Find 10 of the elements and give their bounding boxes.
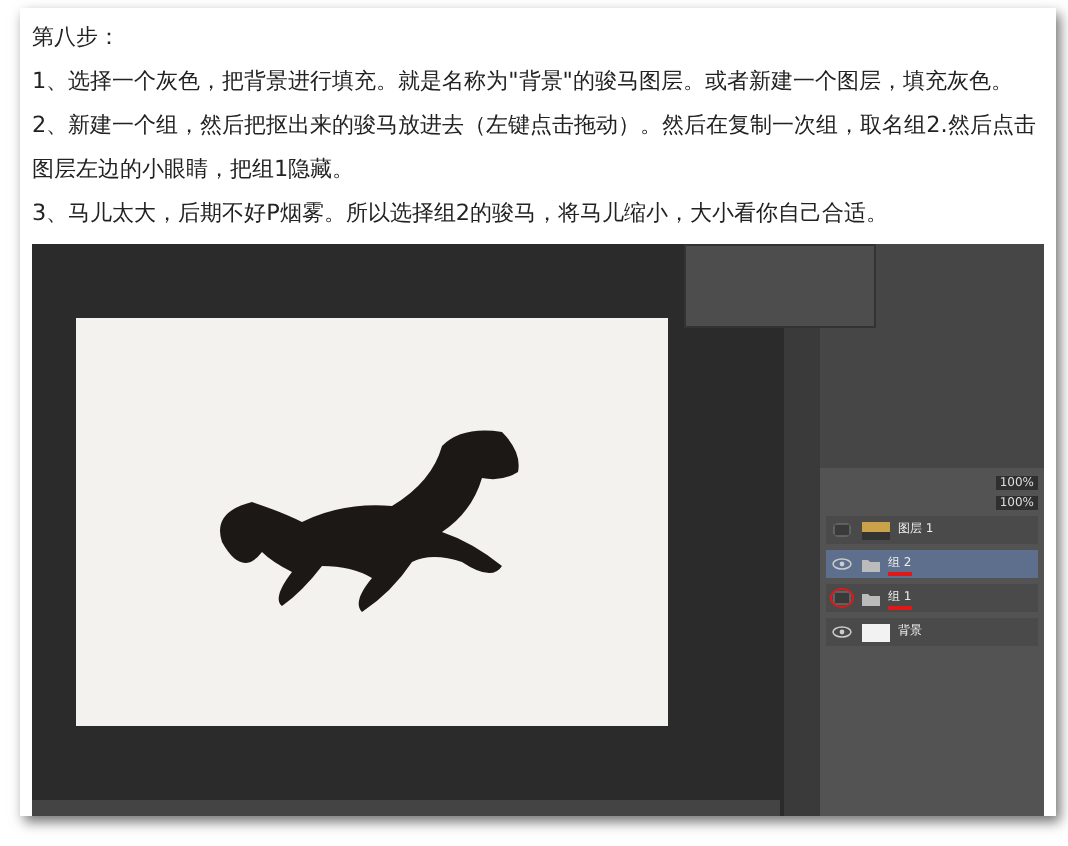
folder-icon — [862, 557, 880, 571]
layer-thumbnail — [862, 521, 890, 539]
folder-icon — [862, 591, 880, 605]
step-text: 2、新建一个组，然后把抠出来的骏马放进去（左键点击拖动）。然后在复制一次组，取名组2.然后点击图层左边的小眼睛，把组1隐藏。 — [32, 110, 1038, 186]
step-text: 1、选择一个灰色，把背景进行填充。就是名称为"背景"的骏马图层。或者新建一个图层，填充灰色。 — [32, 66, 1015, 98]
eye-icon[interactable] — [830, 554, 854, 574]
step-heading: 第八步： — [32, 22, 122, 54]
eye-icon[interactable] — [830, 622, 854, 642]
layer-thumbnail — [862, 623, 890, 641]
step-text: 3、马儿太大，后期不好P烟雾。所以选择组2的骏马，将马儿缩小，大小看你自己合适。 — [32, 198, 890, 230]
